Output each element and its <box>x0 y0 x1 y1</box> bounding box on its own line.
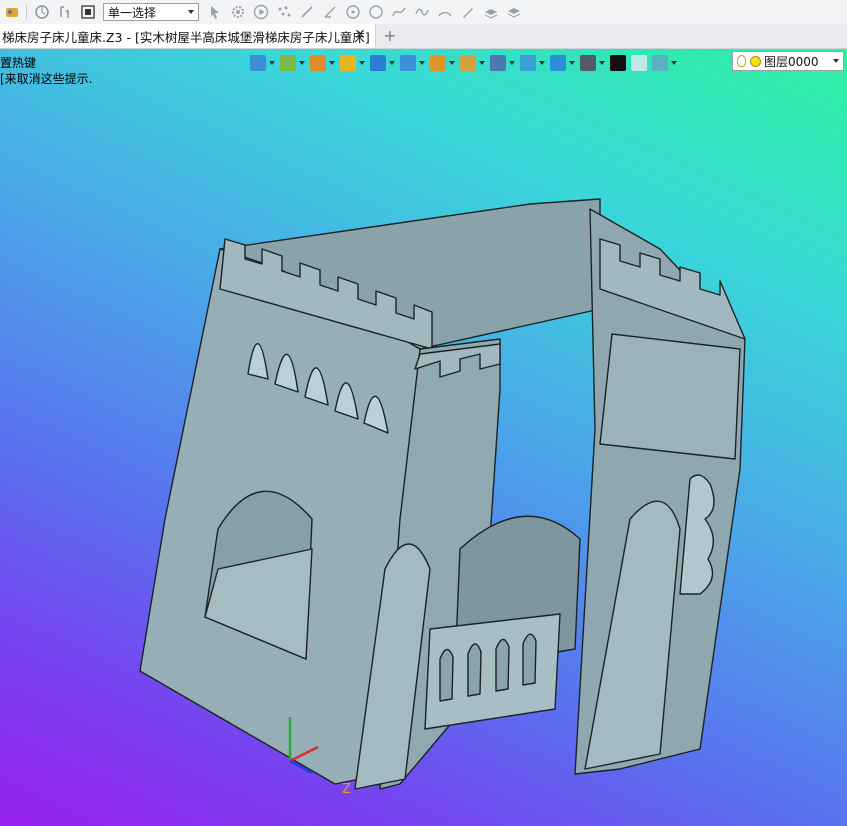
pen-icon[interactable] <box>459 3 477 21</box>
main-toolbar: 单一选择 <box>0 0 847 25</box>
points-icon[interactable] <box>275 3 293 21</box>
railing-window <box>495 638 510 692</box>
railing-window <box>439 648 454 702</box>
selection-mode-select[interactable]: 单一选择 <box>103 3 199 21</box>
tab-document[interactable]: 梯床房子床儿童床.Z3 - [实木树屋半高床城堡滑梯床房子床儿童床] ✕ <box>0 24 376 48</box>
tower-upper <box>599 333 741 460</box>
selection-mode-value: 单一选择 <box>108 5 157 20</box>
circle-icon[interactable] <box>367 3 385 21</box>
railing-window <box>522 633 537 686</box>
chevron-down-icon <box>188 10 194 14</box>
close-icon[interactable]: ✕ <box>352 27 368 43</box>
rotate-icon[interactable] <box>33 3 51 21</box>
castle-bed-model[interactable]: Z <box>0 49 847 826</box>
play-icon[interactable] <box>252 3 270 21</box>
axis-z-label: Z <box>342 782 351 797</box>
document-tabbar: 梯床房子床儿童床.Z3 - [实木树屋半高床城堡滑梯床房子床儿童床] ✕ + <box>0 24 847 49</box>
curve-icon[interactable] <box>413 3 431 21</box>
circle-center-icon[interactable] <box>344 3 362 21</box>
tab-title: 梯床房子床儿童床.Z3 - [实木树屋半高床城堡滑梯床房子床儿童床] <box>2 29 370 45</box>
stop-icon[interactable] <box>79 3 97 21</box>
railing-window <box>467 643 482 697</box>
line-icon[interactable] <box>298 3 316 21</box>
pointer-icon[interactable] <box>206 3 224 21</box>
pan-icon[interactable] <box>56 3 74 21</box>
layer-stack-icon[interactable] <box>482 3 500 21</box>
spline-icon[interactable] <box>390 3 408 21</box>
gear-pick-icon[interactable] <box>229 3 247 21</box>
layer-stack-2-icon[interactable] <box>505 3 523 21</box>
toolbar-divider <box>26 4 27 20</box>
3d-viewport[interactable]: 置热键 [来取消这些提示. 图层0000 Z <box>0 49 847 826</box>
app-icon[interactable] <box>3 3 21 21</box>
line-angled-icon[interactable] <box>321 3 339 21</box>
add-tab-icon[interactable]: + <box>382 26 398 45</box>
arc-icon[interactable] <box>436 3 454 21</box>
